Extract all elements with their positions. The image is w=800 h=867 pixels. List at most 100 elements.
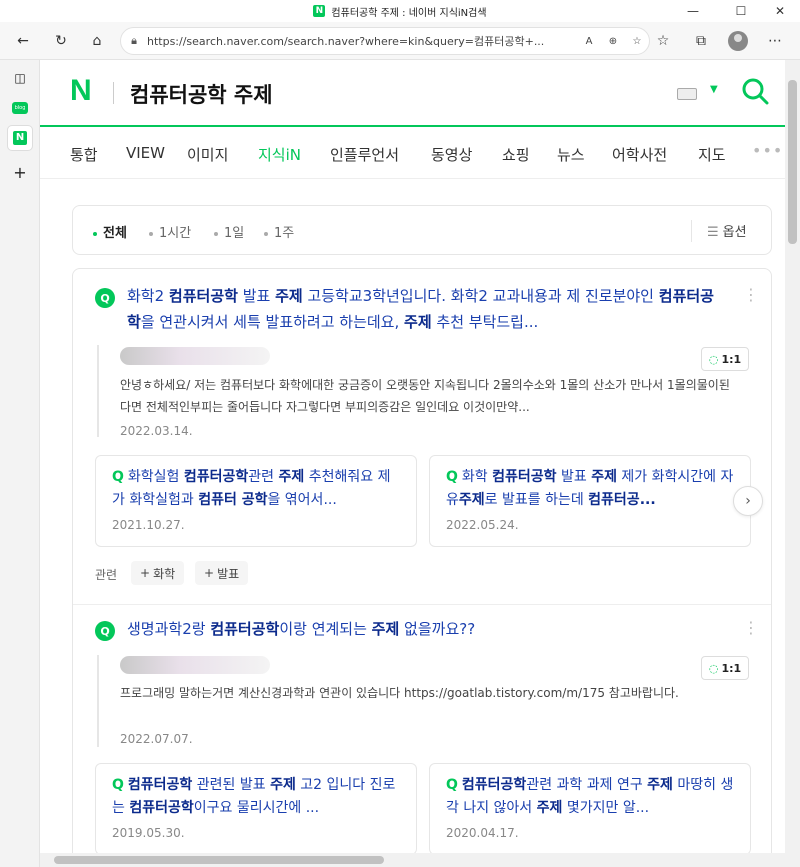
question-icon: Q: [95, 288, 115, 308]
tab-actions-icon[interactable]: ◫: [8, 66, 32, 90]
related-question-date: 2019.05.30.: [112, 826, 185, 840]
naver-header: N 컴퓨터공학 주제 ▼: [40, 60, 785, 127]
options-icon: ☰: [707, 225, 719, 240]
profile-avatar[interactable]: [728, 31, 748, 51]
maximize-icon[interactable]: ☐: [718, 0, 764, 22]
answer-snippet[interactable]: 프로그래밍 말하는거면 계산신경과학과 연관이 있습니다 https://goa…: [120, 682, 730, 704]
naver-tab-icon: N: [313, 5, 326, 17]
options-button[interactable]: ☰ 옵션: [707, 221, 747, 240]
answerer-blurred: [120, 347, 270, 365]
address-bar[interactable]: 🔒︎ https://search.naver.com/search.naver…: [120, 27, 650, 55]
related-tags-label: 관련: [95, 568, 118, 582]
scrollbar-corner: [785, 853, 800, 867]
tab-news[interactable]: 뉴스: [557, 144, 585, 165]
refresh-icon[interactable]: ↻: [48, 29, 74, 53]
related-question-card[interactable]: Q 화학 컴퓨터공학 발표 주제 제가 화학시간에 자유주제로 발표를 하는데 컴…: [429, 455, 751, 547]
related-question-card[interactable]: Q 화학실험 컴퓨터공학관련 주제 추천해줘요 제가 화학실험과 컴퓨터 공학을 …: [95, 455, 417, 547]
answer-type-badge: ◌ 1:1: [701, 347, 749, 371]
answerer-blurred: [120, 656, 270, 674]
tab-map[interactable]: 지도: [698, 144, 726, 165]
result-item: Q 화학2 컴퓨터공학 발표 주제 고등학교3학년입니다. 화학2 교과내용과 …: [73, 269, 771, 604]
url-text[interactable]: https://search.naver.com/search.naver?wh…: [147, 33, 577, 49]
kebab-menu-icon[interactable]: ⋮: [743, 285, 759, 304]
filter-1hour[interactable]: 1시간: [149, 222, 191, 241]
home-icon[interactable]: ⌂: [84, 29, 110, 53]
answer-date: 2022.07.07.: [120, 732, 193, 746]
scrollbar-thumb[interactable]: [54, 856, 384, 864]
tab-dictionary[interactable]: 어학사전: [612, 144, 667, 165]
add-app-icon[interactable]: +: [8, 160, 32, 184]
naver-logo[interactable]: N: [70, 76, 100, 106]
browser-sidebar: ◫ blog N +: [0, 60, 40, 867]
tag-chip[interactable]: + 발표: [195, 561, 249, 585]
collections-icon[interactable]: ⧉: [688, 29, 714, 53]
filter-1week[interactable]: 1주: [264, 222, 294, 241]
header-separator: [113, 82, 114, 104]
kin-results: Q 화학2 컴퓨터공학 발표 주제 고등학교3학년입니다. 화학2 교과내용과 …: [72, 268, 772, 853]
plus-icon: +: [204, 566, 215, 580]
close-icon[interactable]: ✕: [760, 0, 800, 22]
time-filter-bar: 전체 1시간 1일 1주 ☰ 옵션: [72, 205, 772, 255]
page-content: N 컴퓨터공학 주제 ▼ 통합 VIEW 이미지 지식iN 인플루언서 동영상 …: [40, 60, 785, 853]
favorites-icon[interactable]: ☆: [650, 29, 676, 53]
related-question-date: 2022.05.24.: [446, 518, 519, 532]
related-question-card[interactable]: Q 컴퓨터공학 관련된 발표 주제 고2 입니다 진로는 컴퓨터공학이구요 물리시…: [95, 763, 417, 853]
answer-type-badge: ◌ 1:1: [701, 656, 749, 680]
related-question-title[interactable]: Q 화학 컴퓨터공학 발표 주제 제가 화학시간에 자유주제로 발표를 하는데 컴…: [446, 466, 736, 512]
question-icon: Q: [446, 469, 458, 485]
chat-icon: ◌: [708, 352, 719, 366]
more-tabs-icon[interactable]: •••: [752, 141, 783, 160]
answer-quote-bar: [97, 655, 99, 747]
result-title[interactable]: 화학2 컴퓨터공학 발표 주제 고등학교3학년입니다. 화학2 교과내용과 제 …: [127, 283, 717, 335]
question-icon: Q: [112, 469, 124, 485]
search-query[interactable]: 컴퓨터공학 주제: [130, 79, 273, 109]
tab-images[interactable]: 이미지: [187, 144, 228, 165]
kebab-menu-icon[interactable]: ⋮: [743, 618, 759, 637]
question-icon: Q: [446, 777, 458, 793]
chat-icon: ◌: [708, 661, 719, 675]
filter-separator: [691, 220, 692, 242]
browser-toolbar: ← ↻ ⌂ 🔒︎ https://search.naver.com/search…: [0, 22, 800, 60]
lock-icon: 🔒︎: [131, 34, 137, 47]
tab-all[interactable]: 통합: [70, 144, 98, 165]
horizontal-scrollbar[interactable]: [40, 853, 785, 867]
read-aloud-icon[interactable]: A: [577, 36, 601, 47]
scrollbar-thumb[interactable]: [788, 80, 797, 244]
related-question-card[interactable]: Q 컴퓨터공학관련 과학 과제 연구 주제 마땅히 생각 나지 않아서 주제 몇가…: [429, 763, 751, 853]
minimize-icon[interactable]: —: [670, 0, 716, 22]
tab-view[interactable]: VIEW: [126, 144, 165, 162]
back-icon[interactable]: ←: [10, 29, 36, 53]
question-icon: Q: [95, 621, 115, 641]
vertical-scrollbar[interactable]: [785, 60, 800, 853]
naver-app-icon[interactable]: N: [8, 126, 32, 150]
answer-snippet[interactable]: 안녕ㅎ하세요/ 저는 컴퓨터보다 화학에대한 궁금증이 오랫동안 지속됩니다 2…: [120, 374, 730, 418]
window-title: 컴퓨터공학 주제 : 네이버 지식iN검색: [331, 7, 487, 19]
chevron-right-icon[interactable]: ›: [733, 486, 763, 516]
tab-influencer[interactable]: 인플루언서: [330, 144, 399, 165]
related-question-title[interactable]: Q 컴퓨터공학 관련된 발표 주제 고2 입니다 진로는 컴퓨터공학이구요 물리시…: [112, 774, 402, 820]
tab-kin[interactable]: 지식iN: [258, 144, 301, 165]
result-item: Q 생명과학2랑 컴퓨터공학이랑 연계되는 주제 없을까요?? ⋮ ◌ 1:1 프…: [73, 605, 771, 853]
more-menu-icon[interactable]: ⋯: [762, 29, 788, 53]
tab-video[interactable]: 동영상: [431, 144, 472, 165]
answer-quote-bar: [97, 345, 99, 437]
related-question-date: 2021.10.27.: [112, 518, 185, 532]
tab-shopping[interactable]: 쇼핑: [502, 144, 530, 165]
related-question-date: 2020.04.17.: [446, 826, 519, 840]
filter-1day[interactable]: 1일: [214, 222, 244, 241]
result-title[interactable]: 생명과학2랑 컴퓨터공학이랑 연계되는 주제 없을까요??: [127, 616, 717, 642]
zoom-icon[interactable]: ⊕: [601, 36, 625, 47]
tag-chip[interactable]: + 화학: [131, 561, 185, 585]
keyboard-icon[interactable]: [677, 88, 697, 100]
blog-app-icon[interactable]: blog: [8, 96, 32, 120]
filter-all[interactable]: 전체: [93, 222, 127, 241]
favorite-add-icon[interactable]: ☆: [625, 36, 649, 47]
related-question-title[interactable]: Q 컴퓨터공학관련 과학 과제 연구 주제 마땅히 생각 나지 않아서 주제 몇가…: [446, 774, 736, 820]
question-icon: Q: [112, 777, 124, 793]
caret-down-icon[interactable]: ▼: [710, 84, 718, 95]
search-icon[interactable]: [740, 76, 770, 106]
related-question-title[interactable]: Q 화학실험 컴퓨터공학관련 주제 추천해줘요 제가 화학실험과 컴퓨터 공학을 …: [112, 466, 402, 512]
plus-icon: +: [140, 566, 151, 580]
search-tabs: 통합 VIEW 이미지 지식iN 인플루언서 동영상 쇼핑 뉴스 어학사전 지도…: [40, 129, 785, 179]
answer-date: 2022.03.14.: [120, 424, 193, 438]
